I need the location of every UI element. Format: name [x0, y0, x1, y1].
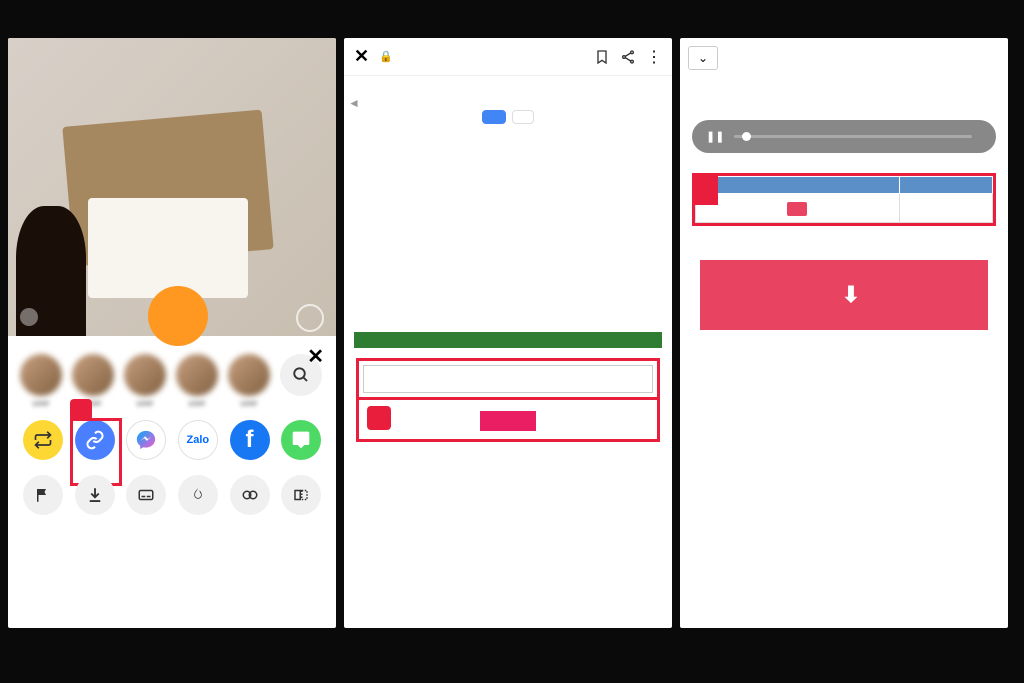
action-caption-off[interactable]: [123, 475, 169, 518]
share-row-actions: [20, 475, 324, 518]
step-badge-1: [70, 399, 92, 421]
ad-placeholder: [344, 132, 672, 332]
header: [0, 0, 1024, 38]
back-arrow-icon[interactable]: ◄: [348, 96, 360, 110]
audio-player[interactable]: ❚❚: [692, 120, 996, 153]
bookmark-icon[interactable]: [594, 49, 610, 65]
highlight-box-2a: [356, 358, 660, 400]
avatar[interactable]: [20, 354, 62, 396]
avatar[interactable]: [228, 354, 270, 396]
panel-expertsphp-input: ✕ 🔒 ⋮ ◄: [344, 38, 672, 628]
description-text: [344, 76, 672, 96]
stop-ad-button[interactable]: [482, 110, 506, 124]
share-sms[interactable]: [278, 420, 324, 463]
play-icon[interactable]: [20, 308, 38, 326]
share-zalo[interactable]: Zalo: [175, 420, 221, 463]
action-save-video[interactable]: [72, 475, 118, 518]
download-button[interactable]: [480, 411, 536, 431]
share-icon[interactable]: [620, 49, 636, 65]
url-input[interactable]: [363, 365, 653, 393]
action-report[interactable]: [20, 475, 66, 518]
close-icon[interactable]: ✕: [307, 344, 324, 369]
stitch-icon: [281, 475, 321, 515]
flag-icon: [23, 475, 63, 515]
zalo-icon: Zalo: [178, 420, 218, 460]
pause-icon[interactable]: ❚❚: [706, 130, 724, 143]
avatar[interactable]: [124, 354, 166, 396]
step-badge-2: [367, 406, 391, 430]
lock-icon: 🔒: [379, 50, 393, 63]
format-value: [899, 194, 993, 223]
action-duet[interactable]: [227, 475, 273, 518]
action-stitch[interactable]: [278, 475, 324, 518]
messenger-icon: [126, 420, 166, 460]
close-icon[interactable]: ✕: [354, 46, 369, 67]
avatar[interactable]: [176, 354, 218, 396]
download-arrow-icon: ⬇: [842, 282, 860, 308]
share-messenger[interactable]: [123, 420, 169, 463]
facebook-icon: f: [230, 420, 270, 460]
action-promote[interactable]: [175, 475, 221, 518]
download-table: [695, 176, 993, 223]
avatar-row: user user user user user: [20, 354, 324, 408]
duet-icon: [230, 475, 270, 515]
browser-bar: ✕ 🔒 ⋮: [344, 38, 672, 76]
share-sheet: ✕ user user user user user: [8, 336, 336, 526]
caption-icon: [126, 475, 166, 515]
table-row: [696, 194, 993, 223]
click-download-button[interactable]: ⬇: [700, 260, 988, 330]
panel-download-result: ⌄ ❚❚ ⬇: [680, 38, 1008, 628]
record-ring-icon: [296, 304, 324, 332]
why-ad-button[interactable]: [512, 110, 534, 124]
more-icon[interactable]: ⋮: [646, 47, 662, 67]
share-repost[interactable]: [20, 420, 66, 463]
audio-progress[interactable]: [734, 135, 972, 138]
download-icon: [75, 475, 115, 515]
step-badge-3: [692, 173, 718, 205]
collapse-icon[interactable]: ⌄: [688, 46, 718, 70]
avatar[interactable]: [72, 354, 114, 396]
video-preview: [8, 38, 336, 336]
highlight-box-2b: [356, 400, 660, 442]
ads-section: ◄: [344, 96, 672, 132]
twitter-downloader-link[interactable]: [354, 332, 662, 348]
download-link-button[interactable]: [787, 202, 807, 216]
share-facebook[interactable]: f: [227, 420, 273, 463]
share-row-apps: Zalo f: [20, 420, 324, 463]
th-video: [696, 177, 900, 194]
fire-icon: [178, 475, 218, 515]
repost-icon: [23, 420, 63, 460]
panel-tiktok-share: ✕ user user user user user: [8, 38, 336, 628]
th-format: [899, 177, 993, 194]
sms-icon: [281, 420, 321, 460]
highlight-box-3: [692, 173, 996, 226]
